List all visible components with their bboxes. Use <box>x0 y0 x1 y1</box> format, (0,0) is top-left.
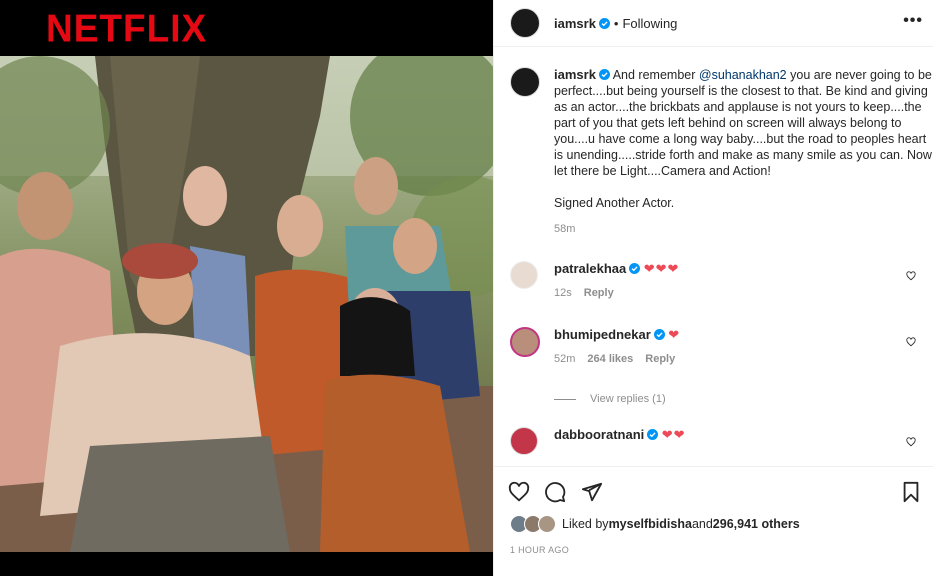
like-heart-icon[interactable] <box>508 481 530 503</box>
comment-text: ❤❤❤ <box>643 261 680 276</box>
caption-time: 58m <box>554 223 576 235</box>
post-photo <box>0 56 493 552</box>
like-comment-heart-icon[interactable] <box>906 437 916 447</box>
post-side-panel: iamsrk • Following ••• iamsrk And rememb… <box>493 0 933 576</box>
liker-avatar <box>538 515 556 533</box>
separator-dot: • <box>613 15 619 31</box>
post-actions <box>494 466 933 513</box>
more-options-icon[interactable]: ••• <box>903 12 923 30</box>
caption-avatar[interactable] <box>510 67 540 97</box>
commenter-username[interactable]: dabbooratnani <box>554 427 644 442</box>
comment-text: ❤❤ <box>661 427 686 442</box>
following-button[interactable]: Following <box>622 16 677 31</box>
caption-text: you are never going to be perfect....but… <box>554 68 932 178</box>
mention-link[interactable]: @suhanakhan2 <box>699 68 787 82</box>
comment-time: 52m <box>554 353 576 365</box>
liked-by-label: Liked by <box>562 517 609 531</box>
commenter-avatar[interactable] <box>510 427 538 455</box>
likes-summary: Liked by myselfbidisha and 296,941 other… <box>510 515 800 533</box>
caption-username[interactable]: iamsrk <box>554 67 596 82</box>
comment-time: 12s <box>554 287 572 299</box>
instagram-post-modal: NETFLIX iamsrk • Following ••• iamsrk An… <box>0 0 933 576</box>
author-username[interactable]: iamsrk <box>554 16 596 31</box>
view-replies-label: View replies (1) <box>590 393 666 405</box>
reply-button[interactable]: Reply <box>645 353 675 365</box>
verified-badge-icon <box>647 429 659 440</box>
comment-meta: 12s Reply <box>554 285 932 301</box>
comment-text: ❤ <box>668 327 681 342</box>
comment-bubble-icon[interactable] <box>544 481 566 503</box>
reply-button[interactable]: Reply <box>584 287 614 299</box>
commenter-username[interactable]: patralekhaa <box>554 261 626 276</box>
save-bookmark-icon[interactable] <box>900 481 922 503</box>
commenter-avatar[interactable] <box>510 327 540 357</box>
post-header: iamsrk • Following ••• <box>494 0 933 47</box>
liked-by-and: and <box>691 517 713 531</box>
like-comment-heart-icon[interactable] <box>906 337 916 347</box>
verified-badge-icon <box>629 263 641 274</box>
view-replies-button[interactable]: View replies (1) <box>554 393 666 405</box>
verified-badge-icon <box>598 69 610 80</box>
comments-list: iamsrk And remember @suhanakhan2 you are… <box>494 47 933 465</box>
commenter-avatar[interactable] <box>510 261 538 289</box>
view-replies-line <box>554 398 576 400</box>
verified-badge-icon <box>598 17 610 29</box>
liked-by-user[interactable]: myselfbidisha <box>609 517 692 531</box>
post-timestamp[interactable]: 1 HOUR AGO <box>510 545 569 555</box>
author-avatar[interactable] <box>510 8 540 38</box>
like-comment-heart-icon[interactable] <box>906 271 916 281</box>
share-send-icon[interactable] <box>581 481 603 503</box>
post-media[interactable]: NETFLIX <box>0 0 493 576</box>
caption-meta: 58m <box>554 221 932 237</box>
netflix-logo: NETFLIX <box>46 6 208 50</box>
likes-count[interactable]: 296,941 others <box>713 517 800 531</box>
caption-signature: Signed Another Actor. <box>554 196 675 210</box>
comment-meta: 52m 264 likes Reply <box>554 351 932 367</box>
comment-likes[interactable]: 264 likes <box>587 353 633 365</box>
verified-badge-icon <box>653 329 665 340</box>
caption-text-start: And remember <box>612 68 699 82</box>
liker-avatars[interactable] <box>510 515 556 533</box>
commenter-username[interactable]: bhumipednekar <box>554 327 651 342</box>
